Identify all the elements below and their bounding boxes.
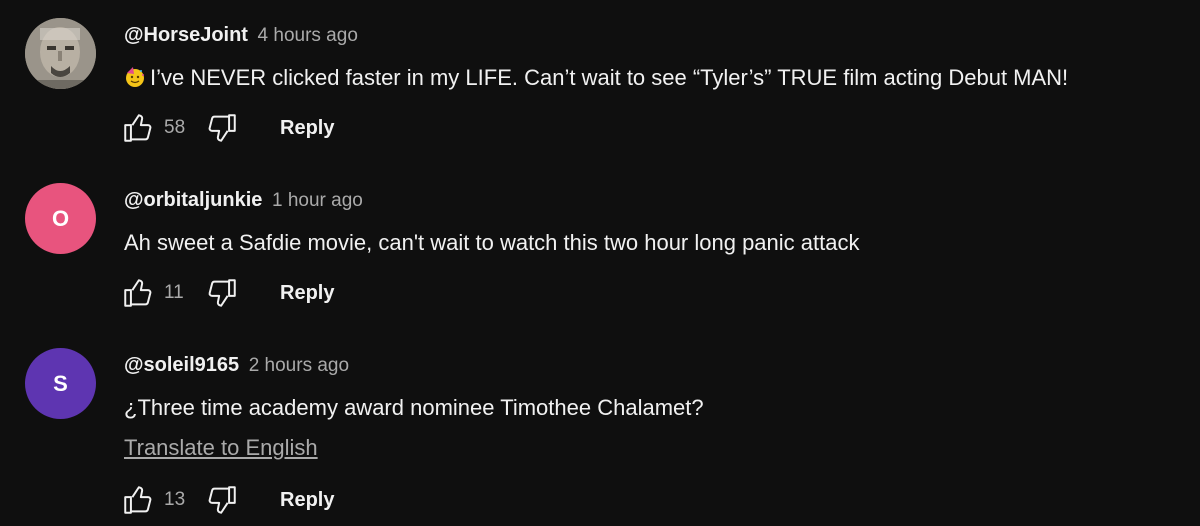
- avatar[interactable]: S: [25, 348, 96, 419]
- thumbs-up-icon: [124, 114, 152, 142]
- comment-actions: 58 Reply: [120, 110, 334, 146]
- avatar[interactable]: O: [25, 183, 96, 254]
- comment-body: ¿Three time academy award nominee Timoth…: [124, 395, 704, 420]
- reply-button[interactable]: Reply: [280, 489, 334, 512]
- thumbs-up-icon: [124, 486, 152, 514]
- avatar-letter: S: [53, 370, 68, 396]
- like-count: 13: [164, 489, 186, 510]
- user-photo-icon: [25, 18, 96, 89]
- like-count: 11: [164, 282, 184, 303]
- thumbs-down-icon: [208, 279, 236, 307]
- comment-timestamp[interactable]: 4 hours ago: [258, 25, 358, 46]
- reply-button[interactable]: Reply: [280, 117, 334, 140]
- comment-text: I’ve NEVER clicked faster in my LIFE. Ca…: [124, 65, 1068, 91]
- comment-actions: 13 Reply: [120, 482, 334, 518]
- like-button[interactable]: [120, 275, 156, 311]
- comment-text: ¿Three time academy award nominee Timoth…: [124, 395, 704, 421]
- comment-text: Ah sweet a Safdie movie, can't wait to w…: [124, 230, 859, 256]
- comment-header: @HorseJoint 4 hours ago: [124, 24, 358, 47]
- comment-timestamp[interactable]: 2 hours ago: [249, 355, 349, 376]
- dislike-button[interactable]: [204, 482, 240, 518]
- translate-link[interactable]: Translate to English: [124, 435, 318, 461]
- dislike-button[interactable]: [204, 275, 240, 311]
- like-button[interactable]: [120, 482, 156, 518]
- comment-body: Ah sweet a Safdie movie, can't wait to w…: [124, 230, 860, 255]
- dislike-button[interactable]: [204, 110, 240, 146]
- like-count: 58: [164, 117, 186, 138]
- reply-button[interactable]: Reply: [280, 282, 334, 305]
- thumbs-down-icon: [208, 486, 236, 514]
- avatar[interactable]: [25, 18, 96, 89]
- comment-timestamp[interactable]: 1 hour ago: [272, 190, 363, 211]
- author-name[interactable]: @soleil9165: [124, 354, 239, 376]
- partying-face-emoji-icon: [126, 67, 144, 87]
- like-button[interactable]: [120, 110, 156, 146]
- author-name[interactable]: @orbitaljunkie: [124, 189, 262, 211]
- thumbs-up-icon: [124, 279, 152, 307]
- thumbs-down-icon: [208, 114, 236, 142]
- comment-body: I’ve NEVER clicked faster in my LIFE. Ca…: [150, 65, 1069, 90]
- comment-actions: 11 Reply: [120, 275, 334, 311]
- author-name[interactable]: @HorseJoint: [124, 24, 248, 46]
- comment-header: @soleil9165 2 hours ago: [124, 354, 349, 377]
- avatar-letter: O: [51, 205, 70, 231]
- comment-header: @orbitaljunkie 1 hour ago: [124, 189, 363, 212]
